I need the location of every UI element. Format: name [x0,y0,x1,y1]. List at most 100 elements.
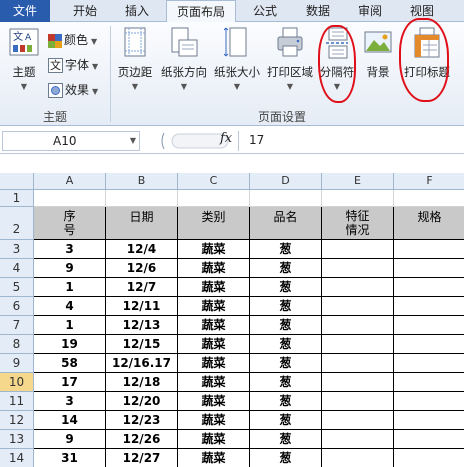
header-cell-c[interactable]: 类别 [178,207,250,240]
cell-f7[interactable] [394,316,464,335]
cell-a13[interactable]: 9 [34,430,106,449]
cell-c3[interactable]: 蔬菜 [178,240,250,259]
row-header-7[interactable]: 7 [0,316,34,335]
formula-input[interactable]: 17 [238,131,464,151]
cell-b5[interactable]: 12/7 [106,278,178,297]
row-header-3[interactable]: 3 [0,240,34,259]
cell-a14[interactable]: 31 [34,449,106,467]
row-header-10[interactable]: 10 [0,373,34,392]
cell-f4[interactable] [394,259,464,278]
cell-a10[interactable]: 17 [34,373,106,392]
row-header-1[interactable]: 1 [0,190,34,207]
cell-e14[interactable] [322,449,394,467]
cell-a5[interactable]: 1 [34,278,106,297]
cell-c13[interactable]: 蔬菜 [178,430,250,449]
cell-e3[interactable] [322,240,394,259]
cell-b10[interactable]: 12/18 [106,373,178,392]
column-header-d[interactable]: D [250,173,322,190]
cell-d3[interactable]: 葱 [250,240,322,259]
cell-c4[interactable]: 蔬菜 [178,259,250,278]
tab-formulas[interactable]: 公式 [240,0,290,22]
cell-b9[interactable]: 12/16.17 [106,354,178,373]
cell-c5[interactable]: 蔬菜 [178,278,250,297]
header-cell-a[interactable]: 序号 [34,207,106,240]
print-area-button[interactable]: 打印区域 ▼ [264,26,316,91]
cell-f10[interactable] [394,373,464,392]
cell-b6[interactable]: 12/11 [106,297,178,316]
row-header-5[interactable]: 5 [0,278,34,297]
cell-e8[interactable] [322,335,394,354]
name-box-dropdown-icon[interactable]: ▼ [130,132,136,150]
row-header-9[interactable]: 9 [0,354,34,373]
header-cell-d[interactable]: 品名 [250,207,322,240]
column-header-f[interactable]: F [394,173,464,190]
cell-c14[interactable]: 蔬菜 [178,449,250,467]
cell-a9[interactable]: 58 [34,354,106,373]
cell-d7[interactable]: 葱 [250,316,322,335]
themes-dropdown-icon[interactable]: ▼ [4,82,44,91]
cell-d12[interactable]: 葱 [250,411,322,430]
cell-a1[interactable] [34,190,106,207]
cell-e7[interactable] [322,316,394,335]
cell-f12[interactable] [394,411,464,430]
cell-f13[interactable] [394,430,464,449]
cell-b4[interactable]: 12/6 [106,259,178,278]
row-header-2[interactable]: 2 [0,207,34,240]
cell-b11[interactable]: 12/20 [106,392,178,411]
row-header-8[interactable]: 8 [0,335,34,354]
column-header-e[interactable]: E [322,173,394,190]
cell-f9[interactable] [394,354,464,373]
cell-f14[interactable] [394,449,464,467]
cell-d5[interactable]: 葱 [250,278,322,297]
cell-d14[interactable]: 葱 [250,449,322,467]
row-header-6[interactable]: 6 [0,297,34,316]
cell-b3[interactable]: 12/4 [106,240,178,259]
cell-c1[interactable] [178,190,250,207]
header-cell-b[interactable]: 日期 [106,207,178,240]
cell-d13[interactable]: 葱 [250,430,322,449]
cell-e4[interactable] [322,259,394,278]
cell-e5[interactable] [322,278,394,297]
cell-f8[interactable] [394,335,464,354]
worksheet-grid[interactable]: ABCDEF123456789101112131415序号日期类别品名特征情况规… [0,173,464,467]
tab-file[interactable]: 文件 [0,0,50,22]
cell-d11[interactable]: 葱 [250,392,322,411]
cell-c10[interactable]: 蔬菜 [178,373,250,392]
cell-e9[interactable] [322,354,394,373]
cell-d9[interactable]: 葱 [250,354,322,373]
cell-b1[interactable] [106,190,178,207]
orientation-button[interactable]: 纸张方向 ▼ [158,26,210,91]
cell-e11[interactable] [322,392,394,411]
cell-c7[interactable]: 蔬菜 [178,316,250,335]
cell-a3[interactable]: 3 [34,240,106,259]
tab-home[interactable]: 开始 [58,0,112,22]
column-header-a[interactable]: A [34,173,106,190]
cell-a11[interactable]: 3 [34,392,106,411]
cell-f1[interactable] [394,190,464,207]
cell-e1[interactable] [322,190,394,207]
cell-e10[interactable] [322,373,394,392]
row-header-12[interactable]: 12 [0,411,34,430]
fonts-button[interactable]: 文字体 ▼ [48,55,98,75]
cell-a12[interactable]: 14 [34,411,106,430]
cell-b8[interactable]: 12/15 [106,335,178,354]
cell-c8[interactable]: 蔬菜 [178,335,250,354]
cell-c6[interactable]: 蔬菜 [178,297,250,316]
cell-d10[interactable]: 葱 [250,373,322,392]
themes-button[interactable]: 文 A 主题 ▼ [4,28,44,91]
cell-c9[interactable]: 蔬菜 [178,354,250,373]
cell-e6[interactable] [322,297,394,316]
select-all-corner[interactable] [0,173,34,190]
cell-c12[interactable]: 蔬菜 [178,411,250,430]
cell-e13[interactable] [322,430,394,449]
margins-button[interactable]: 页边距 ▼ [113,26,157,91]
effects-button[interactable]: 效果 ▼ [48,80,98,100]
cell-f3[interactable] [394,240,464,259]
cell-f11[interactable] [394,392,464,411]
cell-a8[interactable]: 19 [34,335,106,354]
row-header-13[interactable]: 13 [0,430,34,449]
column-header-b[interactable]: B [106,173,178,190]
background-button[interactable]: 背景 [359,26,397,80]
cell-a6[interactable]: 4 [34,297,106,316]
cell-b14[interactable]: 12/27 [106,449,178,467]
